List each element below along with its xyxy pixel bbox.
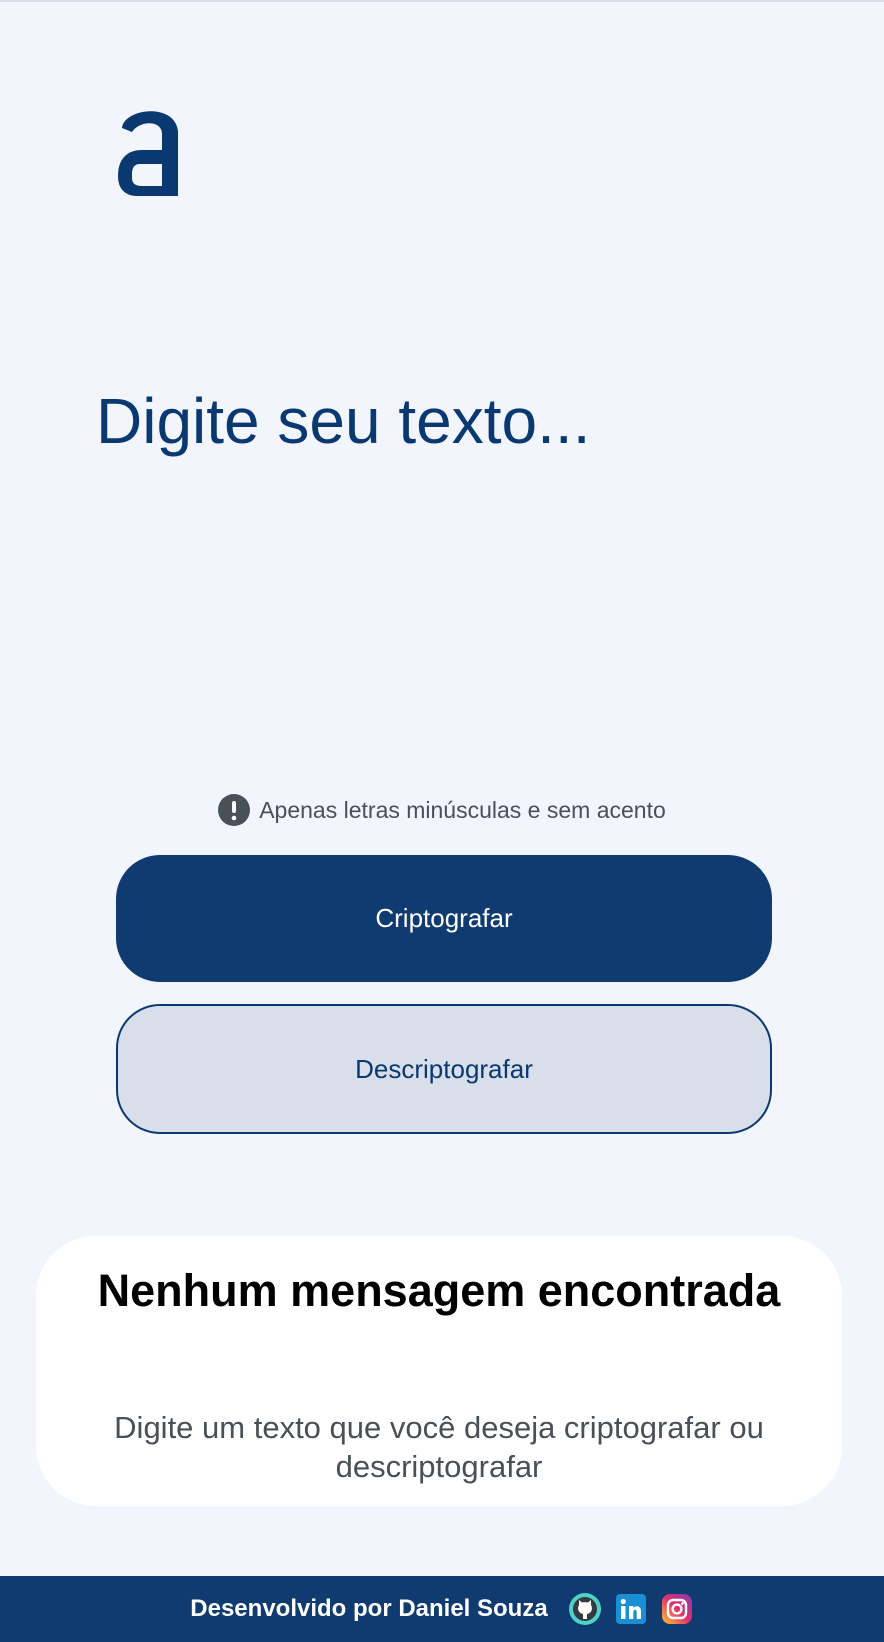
linkedin-icon[interactable] xyxy=(614,1592,648,1626)
alura-logo-icon xyxy=(118,104,190,204)
exclamation-circle-icon xyxy=(218,794,251,826)
instagram-icon[interactable] xyxy=(660,1592,694,1626)
output-text: Digite um texto que você deseja criptogr… xyxy=(114,1410,764,1484)
footer-credit: Desenvolvido por Daniel Souza xyxy=(190,1595,548,1622)
footer: Desenvolvido por Daniel Souza xyxy=(0,1576,884,1642)
input-hint: Apenas letras minúsculas e sem acento xyxy=(0,793,884,827)
github-icon[interactable] xyxy=(568,1592,602,1626)
message-input[interactable] xyxy=(96,385,796,745)
hint-text: Apenas letras minúsculas e sem acento xyxy=(259,796,666,823)
output-title: Nenhum mensagem encontrada xyxy=(97,1265,781,1316)
output-panel: Nenhum mensagem encontrada Digite um tex… xyxy=(36,1236,842,1506)
decrypt-button[interactable]: Descriptografar xyxy=(116,1004,772,1134)
top-border xyxy=(0,0,884,2)
encrypt-button[interactable]: Criptografar xyxy=(116,855,772,982)
